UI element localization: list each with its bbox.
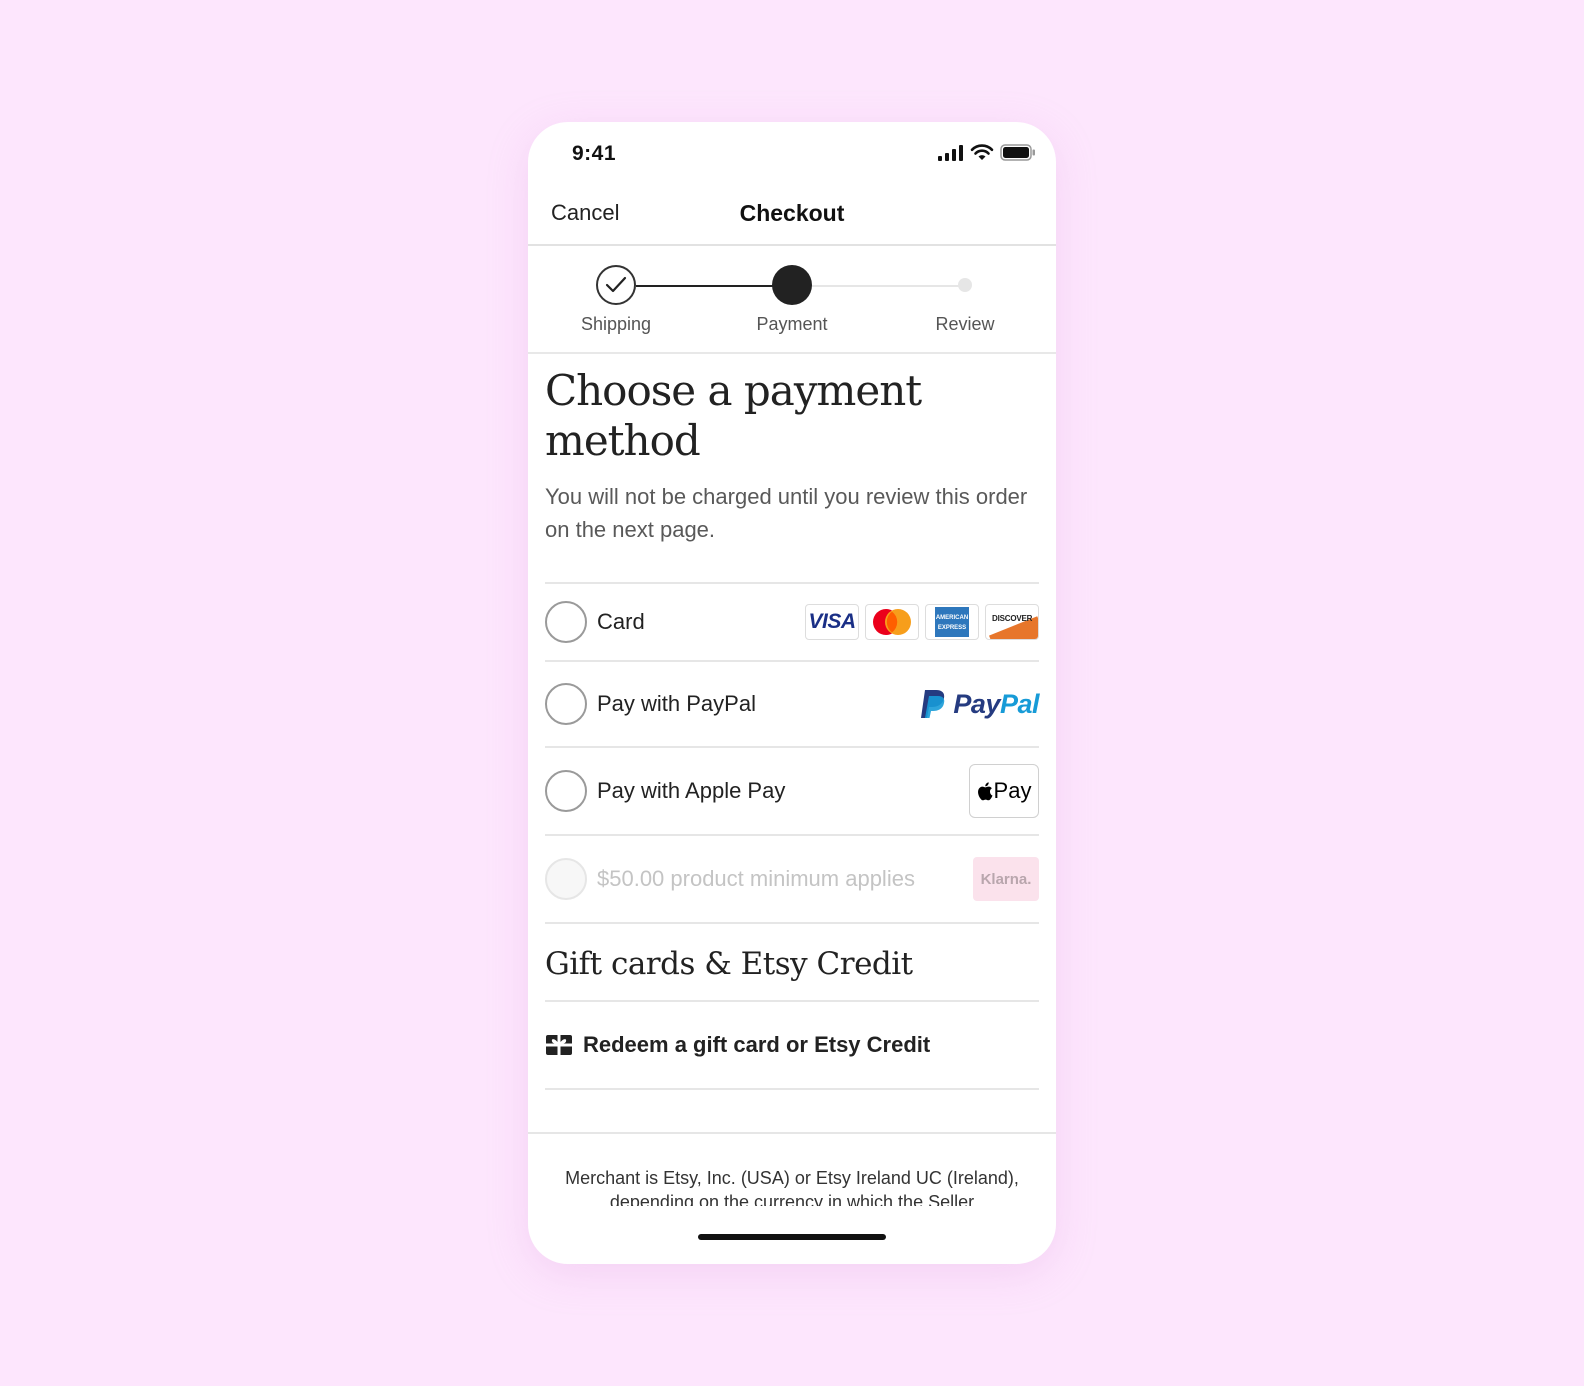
klarna-radio-disabled <box>545 858 587 900</box>
phone-screen: 9:41 Cancel Checkout Shipping Payment Re… <box>528 122 1056 1264</box>
checkout-stepper: Shipping Payment Review <box>528 246 1056 354</box>
paypal-label: Pay with PayPal <box>597 691 756 716</box>
discover-logo-icon: DISCOVER <box>985 604 1039 640</box>
status-bar: 9:41 <box>528 122 1056 184</box>
status-icons <box>938 144 1036 161</box>
step-payment-current <box>772 265 812 305</box>
payment-intro: Choose a payment method You will not be … <box>545 366 1039 546</box>
check-icon <box>605 276 627 293</box>
signal-icon <box>938 144 963 161</box>
merchant-footer: Merchant is Etsy, Inc. (USA) or Etsy Ire… <box>528 1132 1056 1264</box>
klarna-minimum-label: $50.00 product minimum applies <box>597 866 915 891</box>
battery-icon <box>1000 144 1035 161</box>
wifi-icon <box>970 144 994 160</box>
step-connector-upcoming <box>810 285 970 287</box>
card-brand-logos: VISA AMERICAN EXPRESS DISCOVER <box>805 604 1039 640</box>
payment-option-paypal[interactable]: Pay with PayPal PayPal <box>545 660 1040 746</box>
payment-methods-list: Card VISA AMERICAN EXPRESS DISCOVER Pay … <box>545 582 1040 924</box>
redeem-gift-card-label: Redeem a gift card or Etsy Credit <box>583 1032 931 1057</box>
klarna-badge: Klarna. <box>973 857 1039 901</box>
page-title: Checkout <box>739 200 845 226</box>
merchant-disclaimer: Merchant is Etsy, Inc. (USA) or Etsy Ire… <box>565 1168 1019 1206</box>
applepay-radio[interactable] <box>545 770 587 812</box>
payment-option-card[interactable]: Card VISA AMERICAN EXPRESS DISCOVER <box>545 582 1039 660</box>
applepay-label: Pay with Apple Pay <box>597 778 786 803</box>
payment-option-applepay[interactable]: Pay with Apple Pay Pay <box>545 746 1039 834</box>
gift-cards-heading: Gift cards & Etsy Credit <box>545 946 913 982</box>
status-time: 9:41 <box>572 142 617 165</box>
apple-icon <box>977 782 993 801</box>
payment-subtext: You will not be charged until you review… <box>545 484 1028 542</box>
paypal-logo-icon: PayPal <box>919 688 1040 720</box>
gift-card-icon <box>546 1035 572 1055</box>
apple-pay-logo-icon: Pay <box>969 764 1039 818</box>
klarna-logo-icon: Klarna. <box>973 857 1039 901</box>
payment-heading: Choose a payment method <box>545 366 922 465</box>
home-indicator[interactable] <box>698 1234 886 1240</box>
step-shipping-complete[interactable] <box>596 265 636 305</box>
card-label: Card <box>597 609 645 634</box>
payment-option-klarna: $50.00 product minimum applies Klarna. <box>545 834 1039 924</box>
step-label-review: Review <box>935 314 995 334</box>
amex-logo-icon: AMERICAN EXPRESS <box>925 604 979 640</box>
redeem-gift-card-button[interactable]: Redeem a gift card or Etsy Credit <box>545 1000 1039 1090</box>
step-review-upcoming <box>958 278 972 292</box>
paypal-radio[interactable] <box>545 683 587 725</box>
mastercard-logo-icon <box>865 604 919 640</box>
step-label-payment: Payment <box>756 314 828 334</box>
step-label-shipping: Shipping <box>580 314 652 334</box>
applepay-badge: Pay <box>969 764 1039 818</box>
nav-bar: Cancel Checkout <box>528 184 1056 246</box>
visa-logo-icon: VISA <box>805 604 859 640</box>
card-radio[interactable] <box>545 601 587 643</box>
